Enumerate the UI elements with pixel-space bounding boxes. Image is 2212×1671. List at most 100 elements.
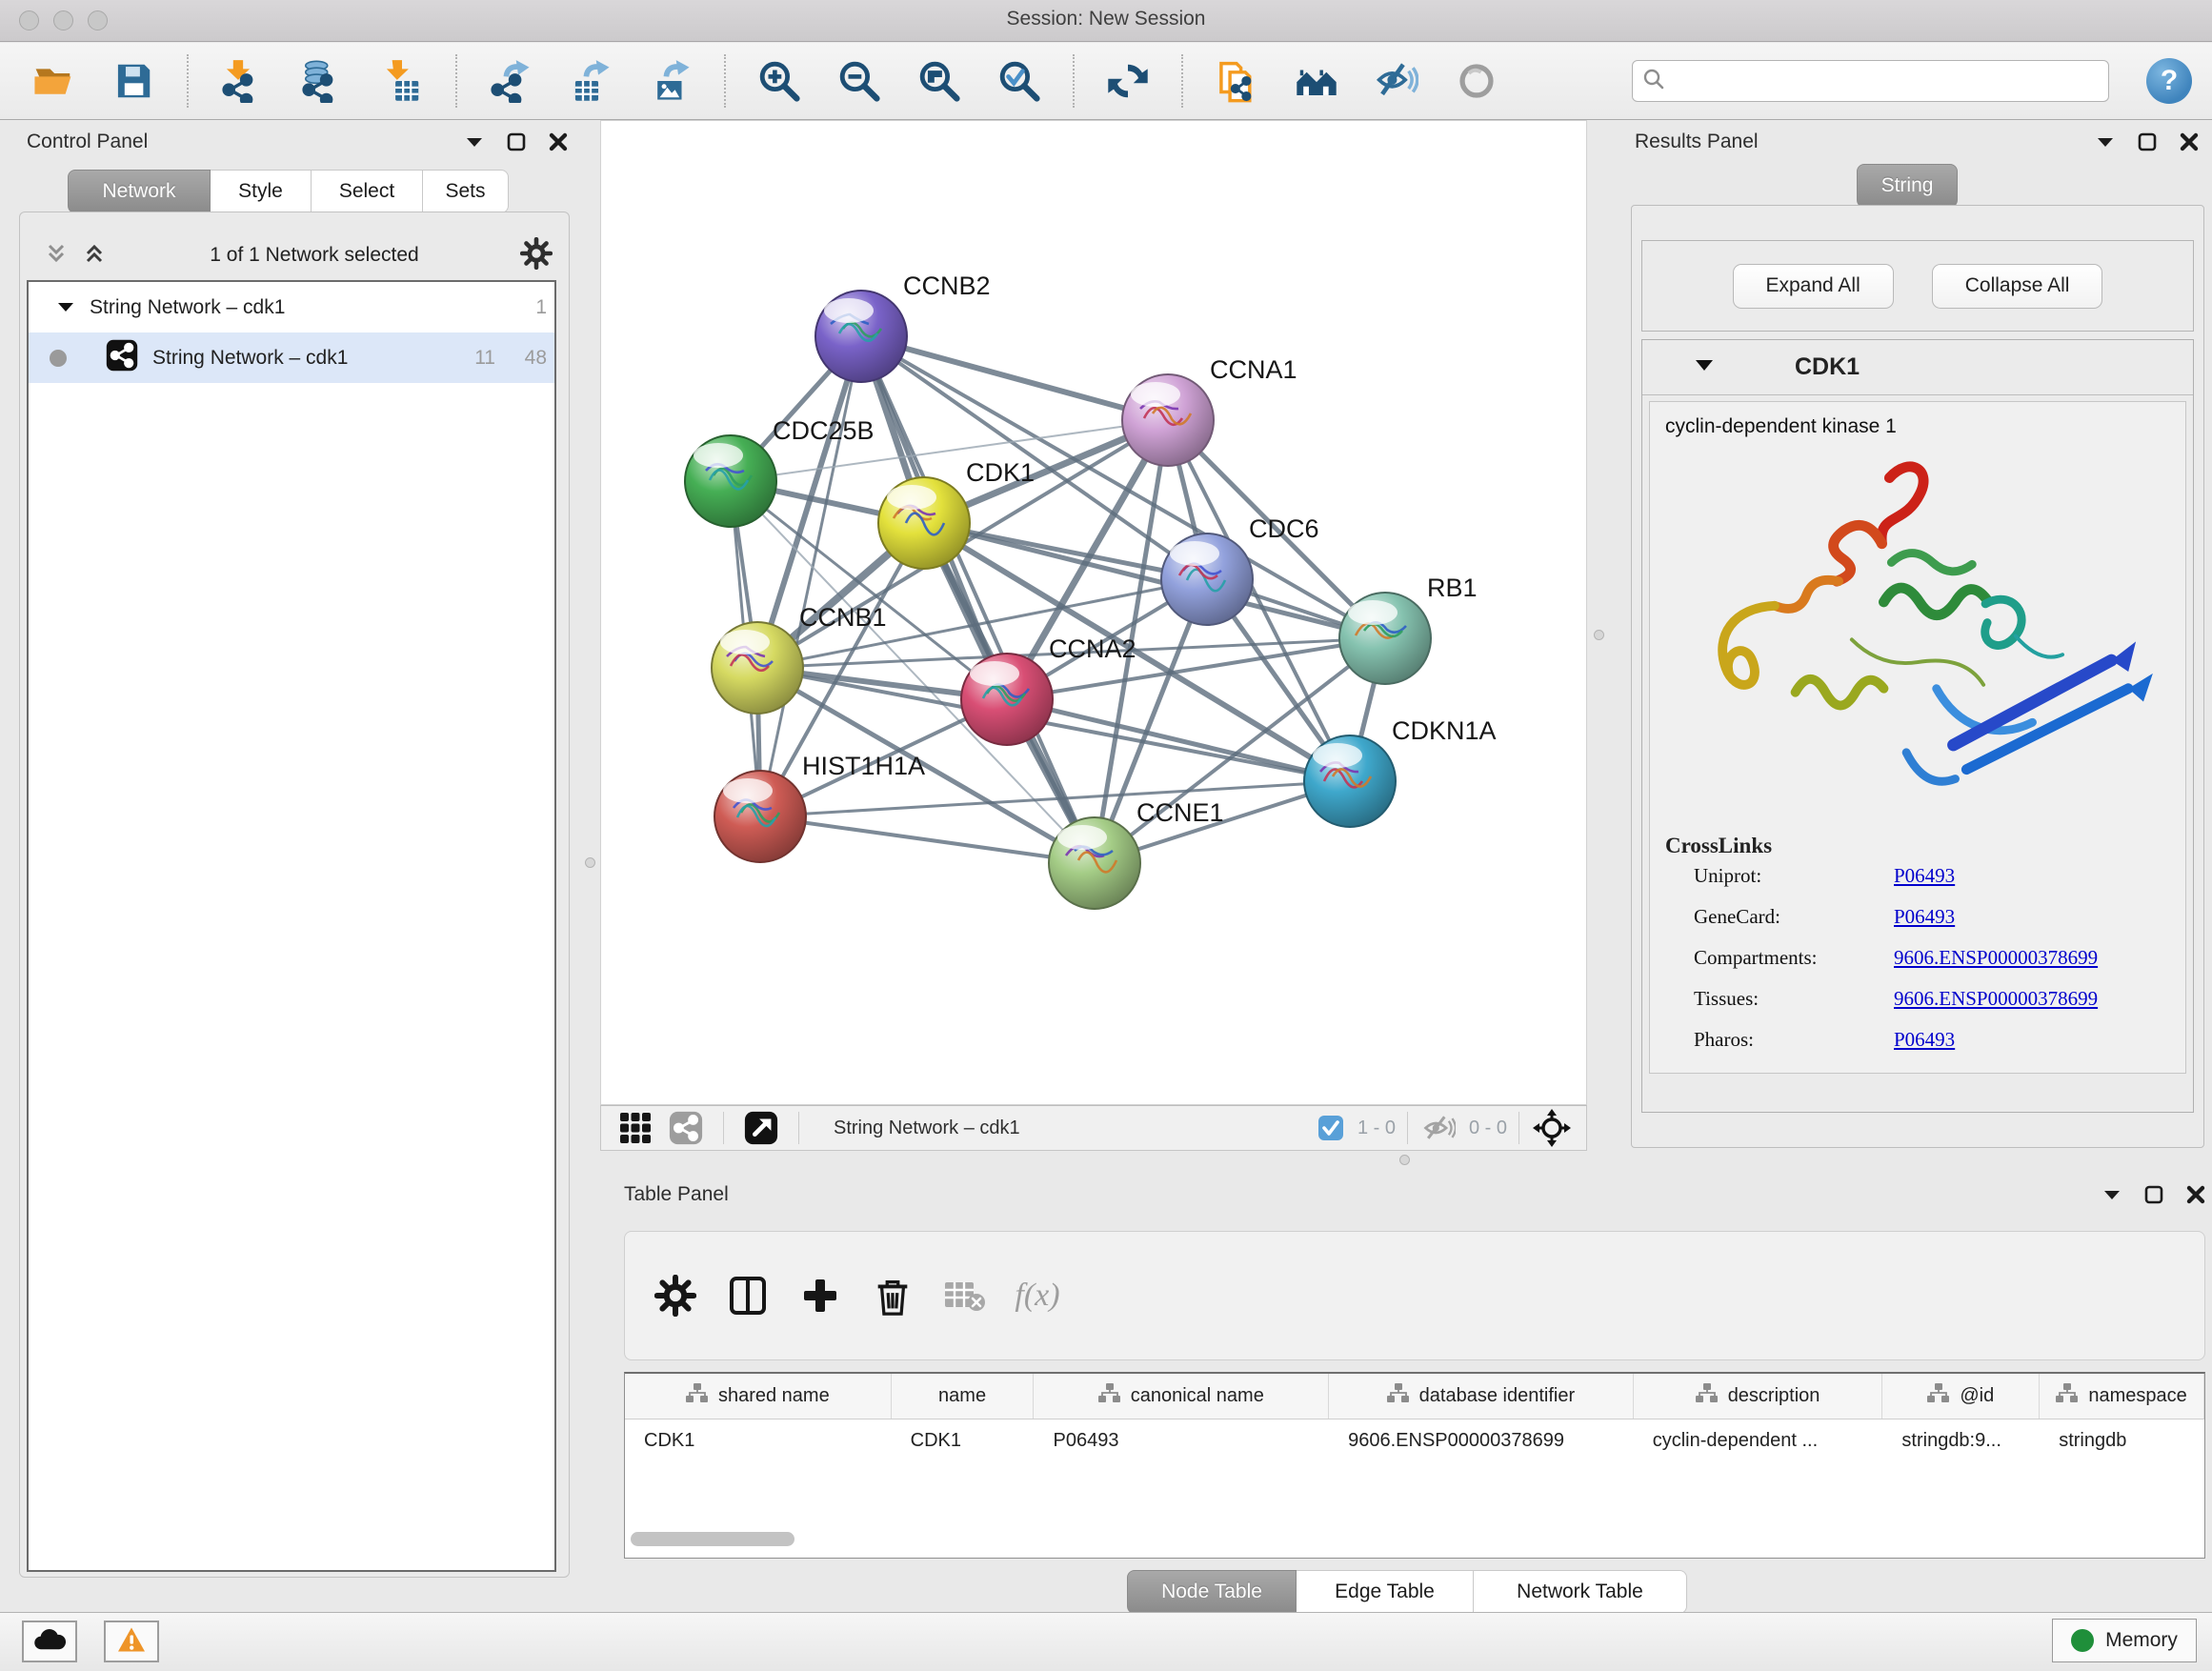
import-database-button[interactable] xyxy=(292,51,352,111)
save-session-button[interactable] xyxy=(104,51,163,111)
network-canvas[interactable]: CCNB2CCNA1CDC25BCDK1CDC6RB1CCNB1CCNA2CDK… xyxy=(600,120,1587,1105)
refresh-button[interactable] xyxy=(1098,51,1157,111)
column-header-shared-name[interactable]: shared name xyxy=(625,1374,892,1419)
crosslink-label: GeneCard: xyxy=(1694,905,1894,929)
network-node-CDK1[interactable] xyxy=(878,477,970,569)
right-splitter-handle[interactable] xyxy=(1594,630,1604,640)
results-panel-menu-icon[interactable] xyxy=(2096,135,2115,149)
network-label: String Network – cdk1 xyxy=(152,347,348,370)
network-row-selected[interactable]: String Network – cdk1 11 48 xyxy=(29,332,554,383)
zoom-selected-button[interactable] xyxy=(990,51,1049,111)
warning-button[interactable] xyxy=(104,1621,159,1662)
collapse-all-networks-icon[interactable] xyxy=(42,239,70,272)
control-panel-close-icon[interactable] xyxy=(549,132,568,151)
column-label: @id xyxy=(1960,1385,1994,1407)
tab-string[interactable]: String xyxy=(1857,164,1958,208)
tab-sets[interactable]: Sets xyxy=(423,170,509,213)
table-panel-menu-icon[interactable] xyxy=(2102,1188,2122,1201)
zoom-out-button[interactable] xyxy=(830,51,889,111)
tab-style[interactable]: Style xyxy=(211,170,312,213)
network-node-CDC6[interactable] xyxy=(1161,534,1253,625)
export-network-button[interactable] xyxy=(481,51,540,111)
left-splitter-handle[interactable] xyxy=(585,857,595,868)
network-options-gear-icon[interactable] xyxy=(520,237,553,274)
crosslink-link[interactable]: P06493 xyxy=(1894,864,1955,887)
tab-network-table[interactable]: Network Table xyxy=(1474,1570,1687,1614)
search-input[interactable] xyxy=(1673,70,2099,92)
network-node-RB1[interactable] xyxy=(1339,593,1431,684)
network-node-CCNB1[interactable] xyxy=(712,622,803,714)
crosslink-link[interactable]: P06493 xyxy=(1894,905,1955,928)
import-table-button[interactable] xyxy=(372,51,432,111)
open-in-window-icon[interactable] xyxy=(743,1110,779,1146)
network-node-CDKN1A[interactable] xyxy=(1304,735,1396,827)
network-edge-CCNB2-CCNE1[interactable] xyxy=(861,336,1095,863)
string-home-button[interactable] xyxy=(1287,51,1346,111)
table-panel-close-icon[interactable] xyxy=(2186,1185,2205,1204)
table-panel-title: Table Panel xyxy=(624,1183,729,1206)
expand-all-networks-icon[interactable] xyxy=(80,239,109,272)
show-columns-icon[interactable] xyxy=(716,1264,779,1327)
zoom-in-button[interactable] xyxy=(750,51,809,111)
control-panel-float-icon[interactable] xyxy=(507,132,526,151)
network-node-CCNB2[interactable] xyxy=(815,291,907,382)
network-collection-row[interactable]: String Network – cdk1 1 xyxy=(29,282,554,332)
tab-node-table[interactable]: Node Table xyxy=(1127,1570,1297,1614)
clone-network-button[interactable] xyxy=(1207,51,1266,111)
results-panel-float-icon[interactable] xyxy=(2138,132,2157,151)
crosslink-link[interactable]: 9606.ENSP00000378699 xyxy=(1894,946,2098,969)
column-header--id[interactable]: @id xyxy=(1882,1374,2040,1419)
expand-all-button[interactable]: Expand All xyxy=(1733,264,1894,309)
table-row[interactable]: CDK1CDK1P064939606.ENSP00000378699cyclin… xyxy=(625,1419,2204,1461)
collection-expand-icon[interactable] xyxy=(57,296,74,319)
network-edge-HIST1H1A-CCNE1[interactable] xyxy=(760,816,1095,863)
network-node-CCNA1[interactable] xyxy=(1122,374,1214,466)
delete-column-trash-icon[interactable] xyxy=(861,1264,924,1327)
collapse-all-button[interactable]: Collapse All xyxy=(1932,264,2103,309)
cloud-button[interactable] xyxy=(22,1621,77,1662)
tab-select[interactable]: Select xyxy=(312,170,423,213)
selected-checkbox-icon[interactable] xyxy=(1317,1115,1344,1141)
hide-graphics-button[interactable] xyxy=(1367,51,1426,111)
zoom-fit-button[interactable] xyxy=(910,51,969,111)
create-column-plus-icon[interactable] xyxy=(789,1264,852,1327)
network-node-HIST1H1A[interactable] xyxy=(714,771,806,862)
table-options-gear-icon[interactable] xyxy=(644,1264,707,1327)
export-table-button[interactable] xyxy=(561,51,620,111)
column-header-description[interactable]: description xyxy=(1634,1374,1883,1419)
network-edge-CCNB2-CCNA1[interactable] xyxy=(861,336,1168,420)
hierarchy-icon xyxy=(2056,1383,2079,1410)
table-panel-float-icon[interactable] xyxy=(2144,1185,2163,1204)
cdk1-collapse-icon[interactable] xyxy=(1694,358,1715,377)
search-icon xyxy=(1642,68,1665,95)
column-header-database-identifier[interactable]: database identifier xyxy=(1329,1374,1634,1419)
results-panel-close-icon[interactable] xyxy=(2180,132,2199,151)
crosslink-link[interactable]: 9606.ENSP00000378699 xyxy=(1894,987,2098,1010)
fit-selected-crosshair-icon[interactable] xyxy=(1533,1109,1571,1147)
open-session-button[interactable] xyxy=(24,51,83,111)
delete-table-icon xyxy=(934,1264,996,1327)
bottom-splitter-handle[interactable] xyxy=(1399,1155,1410,1165)
control-panel-menu-icon[interactable] xyxy=(465,135,484,149)
search-box[interactable] xyxy=(1632,60,2109,102)
crosslinks-list: Uniprot:P06493GeneCard:P06493Compartment… xyxy=(1650,864,2185,1052)
share-network-icon[interactable] xyxy=(668,1110,704,1146)
birdseye-grid-icon[interactable] xyxy=(618,1111,653,1145)
network-node-CDC25B[interactable] xyxy=(685,435,776,527)
export-image-button[interactable] xyxy=(641,51,700,111)
network-node-CCNE1[interactable] xyxy=(1049,817,1140,909)
column-header-canonical-name[interactable]: canonical name xyxy=(1034,1374,1329,1419)
crosslink-link[interactable]: P06493 xyxy=(1894,1028,1955,1051)
network-node-CCNA2[interactable] xyxy=(961,654,1053,745)
help-button[interactable]: ? xyxy=(2146,58,2192,104)
tab-edge-table[interactable]: Edge Table xyxy=(1297,1570,1474,1614)
column-header-name[interactable]: name xyxy=(892,1374,1035,1419)
preview-eye-button[interactable] xyxy=(1447,51,1506,111)
memory-button[interactable]: Memory xyxy=(2052,1619,2197,1662)
network-edge-CCNB2-HIST1H1A[interactable] xyxy=(760,336,861,816)
import-network-button[interactable] xyxy=(212,51,271,111)
table-tabs: Node TableEdge TableNetwork Table xyxy=(1127,1570,1687,1614)
table-horizontal-scrollbar[interactable] xyxy=(631,1532,794,1546)
column-header-namespace[interactable]: namespace xyxy=(2040,1374,2204,1419)
tab-network[interactable]: Network xyxy=(68,170,211,213)
